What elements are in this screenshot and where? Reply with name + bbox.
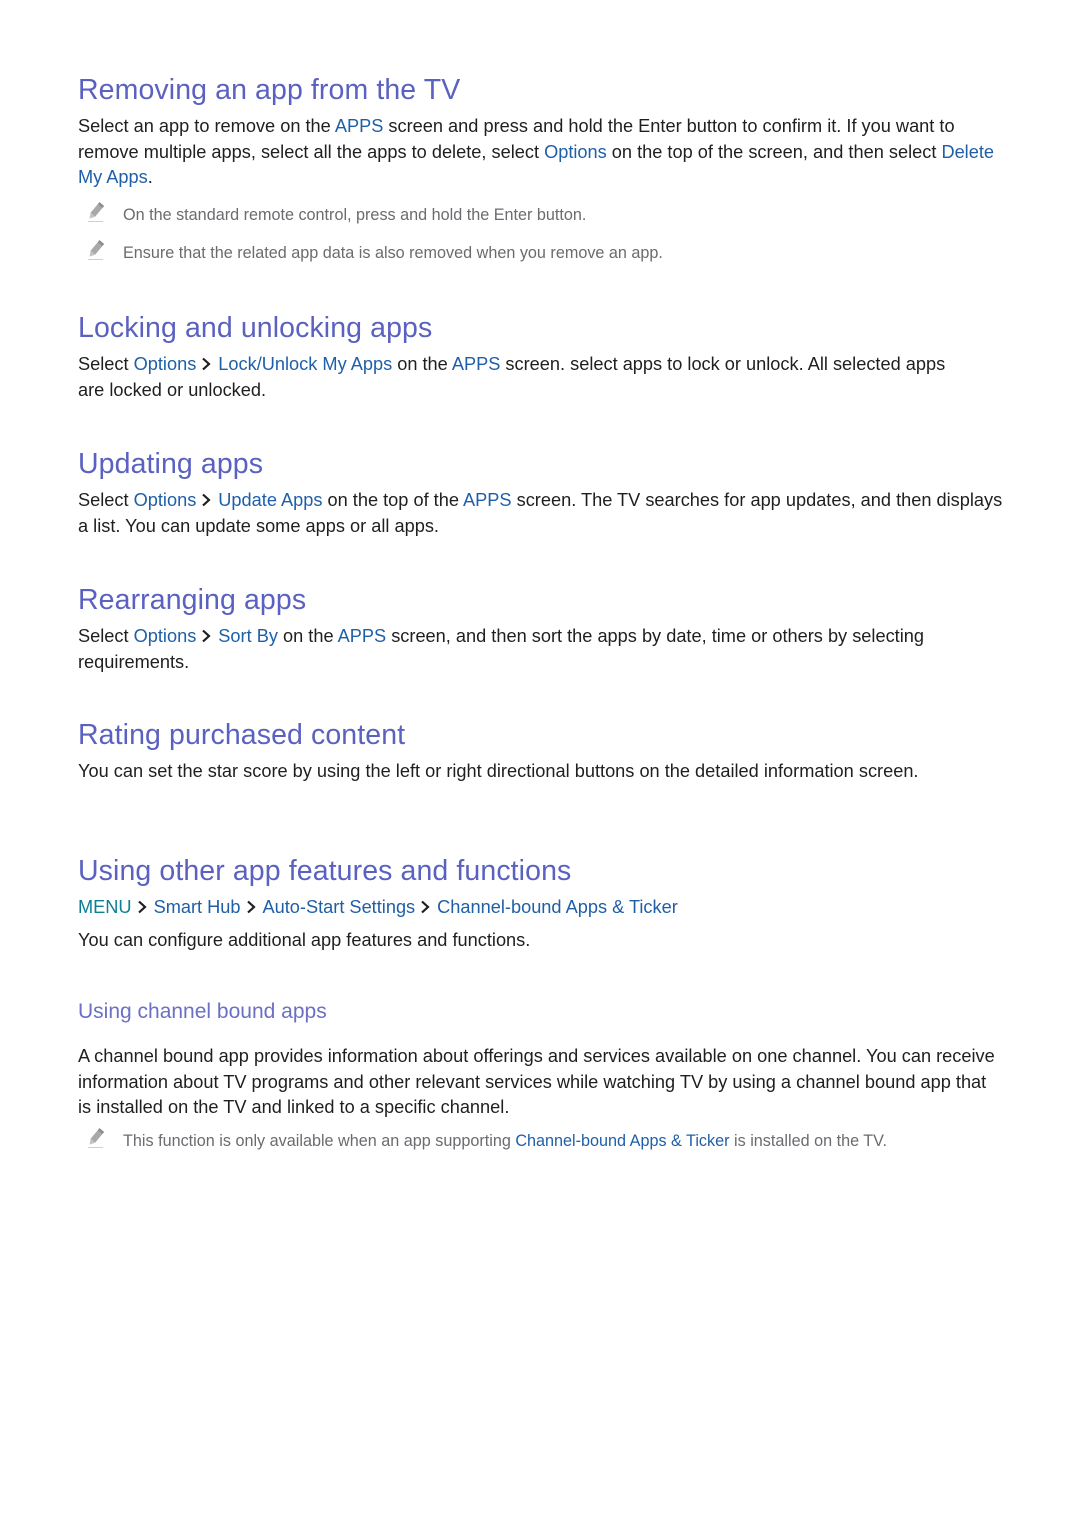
link-apps[interactable]: APPS: [463, 490, 512, 510]
section-other-features: Using other app features and functions M…: [78, 854, 1008, 954]
chevron-right-icon: [420, 900, 430, 914]
note: This function is only available when an …: [78, 1127, 1008, 1152]
link-update-apps[interactable]: Update Apps: [218, 490, 322, 510]
link-apps[interactable]: APPS: [452, 354, 501, 374]
body-text: Select: [78, 490, 134, 510]
section-updating-apps: Updating apps Select Options Update Apps …: [78, 447, 1008, 539]
link-options[interactable]: Options: [134, 626, 197, 646]
link-channel-bound-apps-ticker[interactable]: Channel-bound Apps & Ticker: [515, 1132, 729, 1150]
body-text: screen. The TV searches for app updates,…: [78, 490, 1003, 536]
pencil-icon: [86, 201, 106, 223]
menu-path: MENU Smart Hub Auto-Start Settings Channel-…: [78, 895, 1008, 920]
body-text: Select an app to remove on the: [78, 116, 335, 136]
note-text: This function is only available when an …: [123, 1131, 516, 1150]
body-text: on the: [392, 354, 452, 374]
section-heading: Rearranging apps: [78, 584, 307, 616]
chevron-right-icon: [201, 357, 211, 371]
link-apps[interactable]: APPS: [338, 626, 387, 646]
section-locking-apps: Locking and unlocking apps Select Option…: [78, 311, 1008, 403]
link-lock-unlock-my-apps[interactable]: Lock/Unlock My Apps: [218, 354, 392, 374]
menu-path-item-menu[interactable]: MENU: [78, 897, 132, 917]
body-text: Select: [78, 354, 134, 374]
section-body: Select an app to remove on the APPS scre…: [78, 114, 1003, 191]
body-text: Select: [78, 626, 134, 646]
body-text: .: [147, 167, 153, 187]
section-removing-app: Removing an app from the TV Select an ap…: [78, 73, 1008, 264]
body-text: on the top of the screen, and then selec…: [606, 141, 942, 162]
pencil-icon: [86, 239, 106, 261]
section-heading: Rating purchased content: [78, 719, 406, 751]
body-text: on the: [277, 626, 338, 646]
chevron-right-icon: [246, 900, 256, 914]
section-heading: Using other app features and functions: [78, 855, 572, 887]
section-body: Select Options Sort By on the APPS screen…: [78, 624, 963, 675]
pencil-icon: [86, 1127, 106, 1149]
section-body: Select Options Update Apps on the top of …: [78, 488, 1003, 539]
body-text: on the top of the: [322, 490, 464, 510]
link-apps[interactable]: APPS: [335, 116, 384, 136]
link-options[interactable]: Options: [134, 490, 197, 510]
note-text: Ensure that the related app data is also…: [123, 243, 663, 262]
section-rearranging-apps: Rearranging apps Select Options Sort By o…: [78, 583, 1008, 675]
chevron-right-icon: [137, 900, 147, 914]
section-heading: Removing an app from the TV: [78, 74, 461, 106]
link-options[interactable]: Options: [544, 142, 607, 162]
section-body: You can set the star score by using the …: [78, 761, 919, 781]
section-heading: Updating apps: [78, 448, 264, 480]
note: Ensure that the related app data is also…: [78, 239, 1008, 264]
subsection-channel-bound-apps: Using channel bound apps A channel bound…: [78, 999, 1008, 1152]
subsection-heading: Using channel bound apps: [78, 1000, 327, 1023]
subsection-body: A channel bound app provides information…: [78, 1046, 995, 1117]
chevron-right-icon: [201, 493, 211, 507]
chevron-right-icon: [201, 629, 211, 643]
section-heading: Locking and unlocking apps: [78, 312, 433, 344]
link-sort-by[interactable]: Sort By: [218, 626, 278, 646]
note-text: is installed on the TV.: [729, 1131, 887, 1150]
section-rating-content: Rating purchased content You can set the…: [78, 718, 1008, 785]
section-body: You can configure additional app feature…: [78, 930, 531, 950]
note-text: On the standard remote control, press an…: [123, 205, 587, 224]
menu-path-item-channel-bound-apps[interactable]: Channel-bound Apps & Ticker: [437, 897, 678, 917]
link-options[interactable]: Options: [134, 354, 197, 374]
note: On the standard remote control, press an…: [78, 201, 1008, 226]
menu-path-item-smart-hub[interactable]: Smart Hub: [154, 897, 241, 917]
menu-path-item-auto-start-settings[interactable]: Auto-Start Settings: [263, 897, 416, 917]
section-body: Select Options Lock/Unlock My Apps on the…: [78, 352, 948, 403]
